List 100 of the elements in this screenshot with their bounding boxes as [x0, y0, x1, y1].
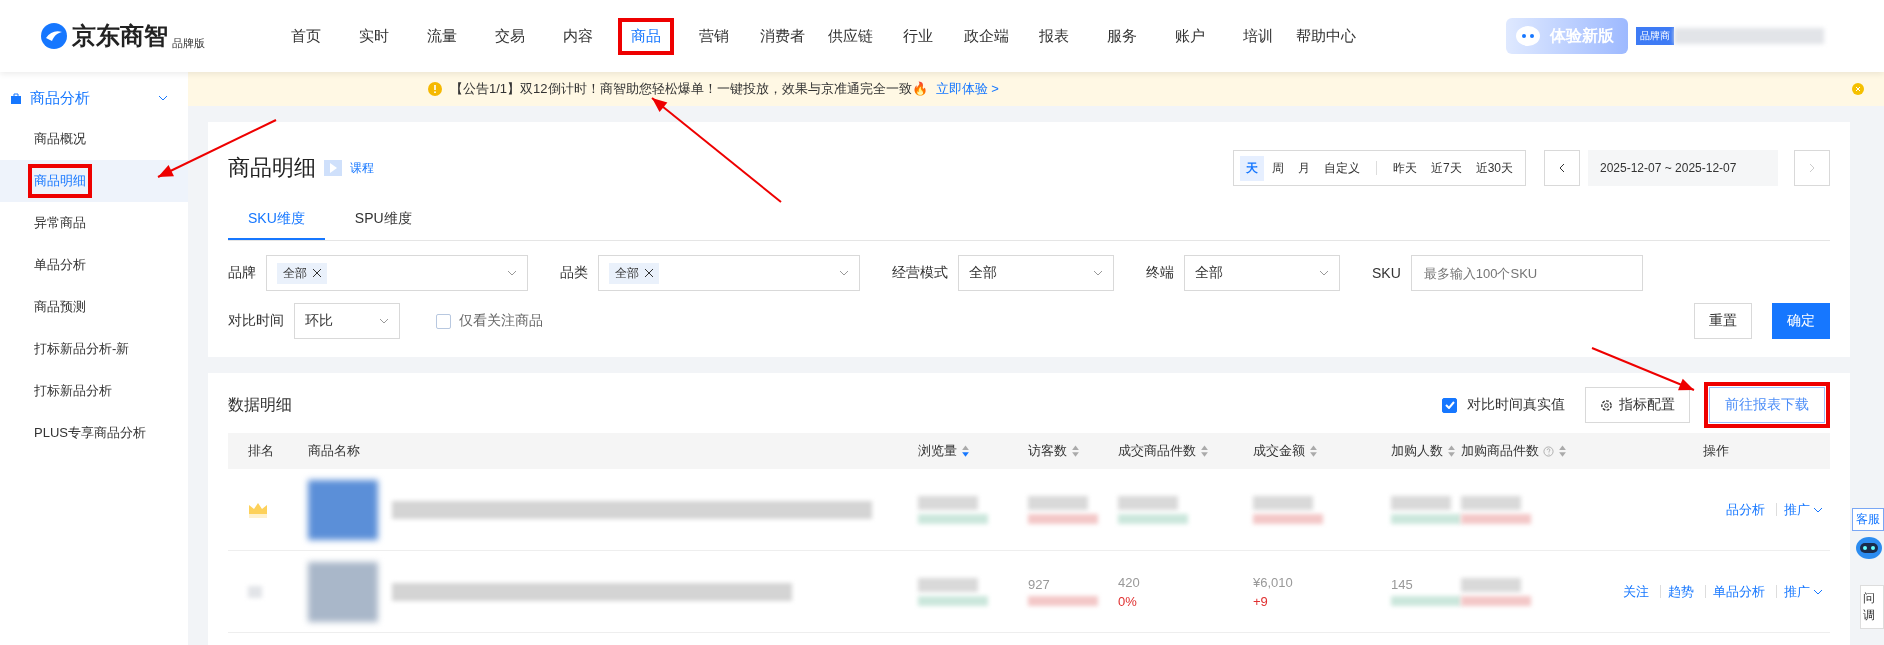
column-header[interactable]: 成交金额	[1253, 442, 1305, 460]
period-option[interactable]: 天	[1239, 155, 1264, 181]
redacted-change	[1253, 513, 1323, 524]
nav-item[interactable]: 首页	[283, 22, 329, 50]
info-icon	[428, 82, 442, 96]
quick-range-option[interactable]: 近7天	[1424, 155, 1468, 181]
next-button[interactable]	[1794, 150, 1830, 186]
row-action-link[interactable]: 关注	[1616, 585, 1656, 598]
tag-select[interactable]: 全部	[598, 255, 860, 291]
metric-value: ¥6,010	[1253, 574, 1293, 590]
row-action-link[interactable]: 趋势	[1660, 585, 1701, 598]
sidebar-item[interactable]: 异常商品	[0, 202, 188, 244]
dimension-tab[interactable]: SPU维度	[334, 200, 432, 240]
redacted-change	[1028, 596, 1098, 606]
confirm-button[interactable]: 确定	[1772, 303, 1830, 339]
nav-item[interactable]: 行业	[895, 22, 941, 50]
redacted-change	[918, 595, 988, 606]
photo-placeholder	[308, 479, 378, 540]
column-header[interactable]: 访客数	[1028, 442, 1067, 460]
quick-range-option[interactable]: 昨天	[1386, 155, 1423, 181]
sort-icon[interactable]	[1447, 444, 1456, 458]
sidebar-item[interactable]: 打标新品分析	[0, 370, 188, 412]
chevron-down-icon	[507, 270, 517, 276]
nav-item[interactable]: 服务	[1099, 22, 1145, 50]
row-action-link[interactable]: 推广	[1776, 585, 1830, 598]
quick-range-option[interactable]: 近30天	[1469, 155, 1519, 181]
notice-text: 【公告1/1】双12倒计时！商智助您轻松爆单！一键投放，效果与京准通完全一致🔥	[450, 80, 928, 98]
row-action-link[interactable]: 品分析	[1719, 503, 1772, 516]
sort-icon[interactable]	[961, 444, 970, 458]
chevron-right-icon	[1809, 163, 1815, 173]
select-field[interactable]: 环比	[294, 303, 400, 339]
nav-item[interactable]: 帮助中心	[1288, 22, 1364, 50]
sidebar-item[interactable]: PLUS专享商品分析	[0, 412, 188, 454]
column-header[interactable]: 加购商品件数	[1461, 442, 1539, 460]
column-header[interactable]: 加购人数	[1391, 442, 1443, 460]
remove-icon[interactable]	[645, 269, 653, 277]
remove-icon[interactable]	[313, 269, 321, 277]
reset-button[interactable]: 重置	[1694, 303, 1752, 339]
annotation-frame: 打标新品分析	[28, 374, 118, 408]
nav-item[interactable]: 供应链	[819, 22, 881, 50]
page-title: 商品明细	[228, 154, 316, 182]
sidebar-item[interactable]: 商品预测	[0, 286, 188, 328]
metric-value: 145	[1391, 577, 1413, 592]
sku-input[interactable]: 最多输入100个SKU	[1410, 255, 1643, 291]
row-action-link[interactable]: 单品分析	[1705, 585, 1772, 598]
sidebar-item[interactable]: 商品概况	[0, 118, 188, 160]
column-header: 操作	[1702, 442, 1729, 460]
nav-item[interactable]: 账户	[1167, 22, 1213, 50]
chevron-down-icon	[379, 318, 389, 324]
bag-icon	[10, 92, 22, 104]
chevron-down-icon	[1319, 270, 1329, 276]
sidebar-item[interactable]: 商品明细	[0, 160, 188, 202]
period-option[interactable]: 月	[1291, 155, 1316, 181]
sidebar-item[interactable]: 打标新品分析-新	[0, 328, 188, 370]
sort-icon[interactable]	[1558, 444, 1567, 458]
nav-item[interactable]: 营销	[691, 22, 737, 50]
course-link[interactable]: 课程	[350, 159, 374, 177]
row-action-link[interactable]: 推广	[1776, 503, 1830, 516]
redacted-change	[1461, 595, 1531, 606]
filter-label: 品类	[560, 264, 588, 282]
settings-icon	[1600, 398, 1613, 412]
survey-tab[interactable]: 问 调	[1860, 585, 1884, 629]
close-icon[interactable]	[1852, 83, 1864, 95]
period-option[interactable]: 周	[1265, 155, 1290, 181]
chevron-left-icon	[1559, 163, 1565, 173]
metric-change: 0%	[1118, 593, 1137, 609]
sort-icon[interactable]	[1071, 444, 1080, 458]
checkbox-label: 对比时间真实值	[1467, 396, 1565, 414]
period-option[interactable]: 自定义	[1317, 155, 1366, 181]
dimension-tab[interactable]: SKU维度	[228, 200, 325, 240]
sort-icon[interactable]	[1200, 444, 1209, 458]
column-header[interactable]: 浏览量	[918, 442, 957, 460]
redacted-change	[1118, 513, 1188, 524]
nav-item[interactable]: 流量	[419, 22, 465, 50]
date-range-field[interactable]: 2025-12-07 ~ 2025-12-07	[1588, 150, 1778, 186]
nav-item[interactable]: 消费者	[751, 22, 813, 50]
tag-select[interactable]: 全部	[266, 255, 528, 291]
column-header: 排名	[248, 442, 274, 460]
nav-item[interactable]: 商品	[623, 22, 669, 50]
previous-button[interactable]	[1544, 150, 1580, 186]
logo-text: 京东商智	[72, 21, 168, 51]
sidebar-item[interactable]: 单品分析	[0, 244, 188, 286]
metric-value: 927	[1028, 577, 1050, 592]
nav-item[interactable]: 培训	[1235, 22, 1281, 50]
metric-config-button[interactable]: 指标配置	[1585, 387, 1690, 423]
select-field[interactable]: 全部	[1184, 255, 1340, 291]
checkbox[interactable]	[1442, 397, 1457, 413]
column-header[interactable]: 成交商品件数	[1118, 442, 1196, 460]
notice-link[interactable]: 立即体验 >	[935, 80, 999, 98]
annotation-frame: 商品预测	[28, 290, 92, 324]
nav-item[interactable]: 实时	[351, 22, 397, 50]
checkbox[interactable]	[436, 313, 451, 329]
sidebar-group[interactable]: 商品分析	[0, 78, 188, 118]
nav-item[interactable]: 交易	[487, 22, 533, 50]
sort-icon[interactable]	[1309, 444, 1318, 458]
nav-item[interactable]: 内容	[555, 22, 601, 50]
select-field[interactable]: 全部	[958, 255, 1114, 291]
customer-service-label[interactable]: 客服	[1852, 508, 1884, 531]
nav-item[interactable]: 政企端	[955, 22, 1017, 50]
nav-item[interactable]: 报表	[1031, 22, 1077, 50]
